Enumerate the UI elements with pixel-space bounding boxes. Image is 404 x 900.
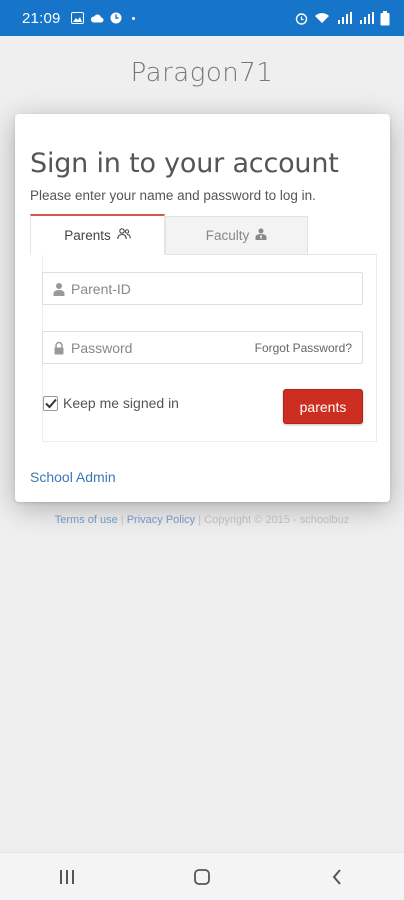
status-bar: 21:09: [0, 0, 404, 36]
home-button[interactable]: [172, 857, 232, 897]
footer-separator: |: [117, 514, 127, 526]
gallery-icon: [70, 11, 84, 25]
sync-icon: [110, 11, 122, 25]
back-button[interactable]: [307, 857, 367, 897]
tab-faculty[interactable]: Faculty: [165, 216, 308, 254]
system-nav-bar: [0, 852, 404, 900]
parent-id-field[interactable]: [42, 272, 363, 305]
parent-id-input[interactable]: [71, 280, 241, 297]
footer-separator: |: [195, 514, 205, 526]
footer: Terms of use | Privacy Policy | Copyrigh…: [0, 514, 404, 526]
users-icon: [117, 228, 131, 243]
lock-icon: [53, 341, 65, 355]
forgot-password-link[interactable]: Forgot Password?: [255, 341, 352, 355]
login-tabs: Parents Faculty: [30, 214, 377, 255]
home-icon: [194, 868, 210, 885]
page-subtitle: Please enter your name and password to l…: [30, 188, 316, 203]
wifi-icon: [314, 11, 330, 25]
password-input[interactable]: [71, 339, 241, 356]
signal-icon-2: [358, 11, 374, 25]
notification-dot: [131, 16, 135, 20]
check-icon: [44, 398, 57, 408]
user-icon: [53, 282, 65, 296]
parents-login-button[interactable]: parents: [283, 389, 363, 424]
signal-icon-1: [336, 11, 352, 25]
recent-apps-icon: [60, 869, 75, 884]
tab-parents-label: Parents: [64, 228, 111, 243]
back-icon: [332, 868, 341, 885]
privacy-link[interactable]: Privacy Policy: [127, 514, 195, 526]
terms-link[interactable]: Terms of use: [55, 514, 118, 526]
status-left: 21:09: [22, 10, 135, 27]
cloud-icon: [90, 11, 104, 25]
tab-parents[interactable]: Parents: [30, 214, 165, 255]
tab-faculty-label: Faculty: [205, 228, 250, 243]
user-tie-icon: [255, 228, 267, 243]
copyright-text: Copyright © 2015 - schoolbuz: [204, 514, 350, 526]
status-time: 21:09: [22, 9, 61, 27]
status-right: [295, 10, 390, 25]
alarm-icon: [295, 11, 308, 25]
school-admin-link[interactable]: School Admin: [30, 469, 116, 485]
app-title: Paragon71: [130, 58, 274, 88]
recent-apps-button[interactable]: [37, 857, 97, 897]
keep-signed-in[interactable]: Keep me signed in: [43, 395, 179, 411]
password-field[interactable]: Forgot Password?: [42, 331, 363, 364]
keep-signed-in-checkbox[interactable]: [43, 395, 58, 411]
login-card: Sign in to your account Please enter you…: [15, 114, 390, 502]
keep-signed-in-label: Keep me signed in: [63, 395, 179, 411]
battery-icon: [380, 10, 390, 25]
page-title: Sign in to your account: [30, 148, 339, 179]
